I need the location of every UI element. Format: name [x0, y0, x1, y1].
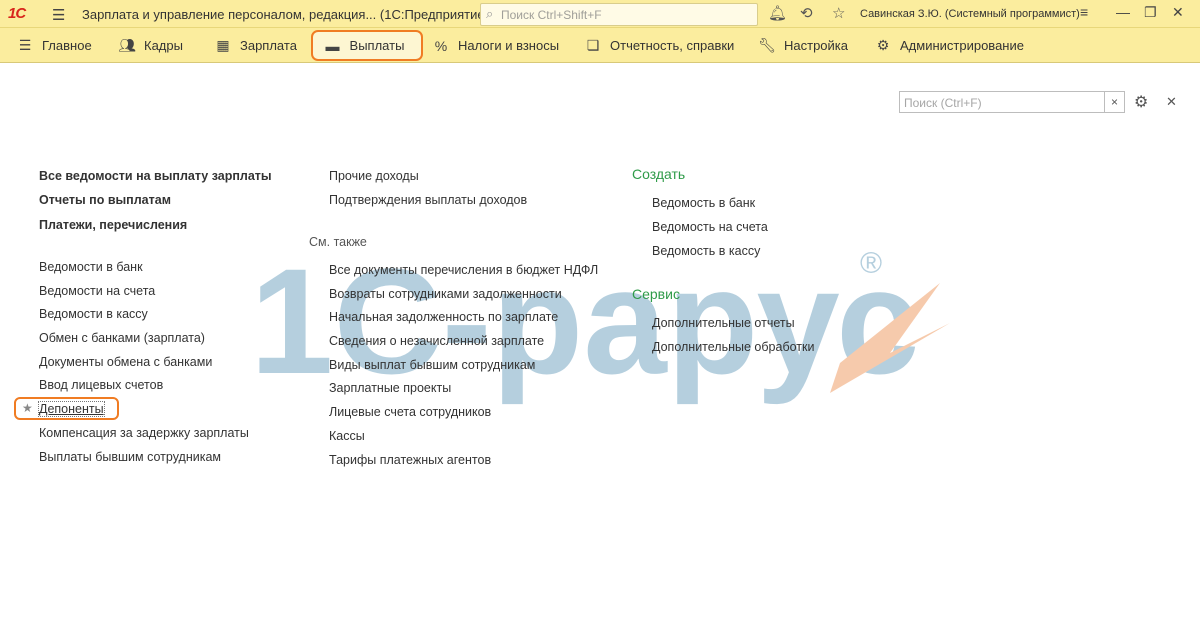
- watermark-swoosh: [830, 283, 950, 393]
- app-title: Зарплата и управление персоналом, редакц…: [82, 7, 489, 22]
- history-icon[interactable]: ⟲: [800, 4, 813, 22]
- section-main[interactable]: ☰ Главное: [14, 28, 92, 63]
- people-icon: 👥︎: [118, 37, 136, 53]
- section-payments[interactable]: ▬ Выплаты: [311, 30, 423, 61]
- link-agent-tariffs[interactable]: Тарифы платежных агентов: [329, 453, 491, 467]
- link-former-employee-payments[interactable]: Выплаты бывшим сотрудникам: [39, 450, 221, 464]
- wrench-icon: 🔧︎: [758, 37, 776, 53]
- current-user[interactable]: Савинская З.Ю. (Системный программист): [860, 8, 1080, 20]
- section-admin[interactable]: ⚙ Администрирование: [872, 28, 1024, 63]
- gear-icon: ⚙: [876, 37, 890, 53]
- link-bank-exchange[interactable]: Обмен с банками (зарплата): [39, 331, 205, 345]
- link-additional-processing[interactable]: Дополнительные обработки: [652, 340, 814, 354]
- form-search-input[interactable]: Поиск (Ctrl+F) ×: [899, 91, 1125, 113]
- close-window-icon[interactable]: ✕: [1172, 4, 1184, 21]
- link-payment-reports[interactable]: Отчеты по выплатам: [39, 193, 171, 207]
- app-logo: 1С: [8, 5, 26, 22]
- section-taxes-label: Налоги и взносы: [458, 38, 560, 53]
- link-create-bank-statement[interactable]: Ведомость в банк: [652, 196, 755, 210]
- title-bar: 1С ☰ Зарплата и управление персоналом, р…: [0, 0, 1200, 28]
- form-settings-gear-icon[interactable]: ⚙: [1134, 92, 1148, 112]
- search-icon: ⌕: [486, 6, 494, 21]
- favorite-star-icon[interactable]: ★: [22, 401, 33, 415]
- section-settings-label: Настройка: [784, 38, 848, 53]
- link-debt-returns[interactable]: Возвраты сотрудниками задолженности: [329, 287, 562, 301]
- link-delay-compensation[interactable]: Компенсация за задержку зарплаты: [39, 426, 249, 440]
- link-other-income[interactable]: Прочие доходы: [329, 169, 419, 183]
- section-taxes[interactable]: % Налоги и взносы: [430, 28, 559, 63]
- link-create-cash-statement[interactable]: Ведомость в кассу: [652, 244, 760, 258]
- section-salary[interactable]: ▦ Зарплата: [212, 28, 297, 63]
- section-main-label: Главное: [42, 38, 92, 53]
- link-bank-exchange-docs[interactable]: Документы обмена с банками: [39, 355, 212, 369]
- link-income-confirmations[interactable]: Подтверждения выплаты доходов: [329, 193, 527, 207]
- minimize-icon[interactable]: —: [1116, 4, 1130, 20]
- form-search-placeholder: Поиск (Ctrl+F): [904, 96, 982, 110]
- link-employee-accounts[interactable]: Лицевые счета сотрудников: [329, 405, 491, 419]
- link-deponents[interactable]: Депоненты: [38, 401, 105, 417]
- link-cash-desks[interactable]: Кассы: [329, 429, 365, 443]
- link-create-account-statement[interactable]: Ведомость на счета: [652, 220, 768, 234]
- link-personal-accounts-input[interactable]: Ввод лицевых счетов: [39, 378, 163, 392]
- see-also-header: См. также: [309, 235, 367, 249]
- percent-icon: %: [434, 37, 448, 54]
- restore-icon[interactable]: ❐: [1144, 4, 1157, 21]
- link-additional-reports[interactable]: Дополнительные отчеты: [652, 316, 795, 330]
- documents-icon: ❏: [586, 37, 600, 53]
- link-former-payment-types[interactable]: Виды выплат бывшим сотрудникам: [329, 358, 535, 372]
- clear-search-icon[interactable]: ×: [1104, 92, 1124, 112]
- section-salary-label: Зарплата: [240, 38, 297, 53]
- link-initial-debt[interactable]: Начальная задолженность по зарплате: [329, 310, 558, 324]
- link-payments-transfers[interactable]: Платежи, перечисления: [39, 218, 187, 232]
- service-header: Сервис: [632, 286, 680, 302]
- close-form-icon[interactable]: ✕: [1166, 94, 1177, 110]
- bell-icon[interactable]: 🔔︎: [768, 4, 787, 22]
- calculator-icon: ▦: [216, 37, 230, 53]
- watermark-registered: ®: [860, 247, 882, 280]
- section-admin-label: Администрирование: [900, 38, 1024, 53]
- link-deponents-label: Депоненты: [38, 401, 105, 417]
- main-menu-icon[interactable]: ☰: [52, 6, 65, 24]
- link-uncredited-salary[interactable]: Сведения о незачисленной зарплате: [329, 334, 544, 348]
- section-reports[interactable]: ❏ Отчетность, справки: [582, 28, 735, 63]
- link-account-statements[interactable]: Ведомости на счета: [39, 284, 155, 298]
- hamburger-icon: ☰: [18, 37, 32, 53]
- link-all-payrolls[interactable]: Все ведомости на выплату зарплаты: [39, 169, 272, 183]
- section-staff[interactable]: 👥︎ Кадры: [116, 28, 183, 63]
- section-staff-label: Кадры: [144, 38, 183, 53]
- section-content: 1С-рарус ® Поиск (Ctrl+F) × ⚙ ✕ Все ведо…: [0, 63, 1200, 634]
- wallet-icon: ▬: [325, 37, 340, 54]
- link-salary-projects[interactable]: Зарплатные проекты: [329, 381, 451, 395]
- section-reports-label: Отчетность, справки: [610, 38, 735, 53]
- sections-panel: ☰ Главное 👥︎ Кадры ▦ Зарплата ▬ Выплаты …: [0, 28, 1200, 63]
- link-bank-statements[interactable]: Ведомости в банк: [39, 260, 143, 274]
- section-settings[interactable]: 🔧︎ Настройка: [756, 28, 848, 63]
- link-cash-statements[interactable]: Ведомости в кассу: [39, 307, 148, 321]
- section-payments-label: Выплаты: [349, 38, 405, 53]
- settings-lines-icon[interactable]: ≡: [1080, 4, 1088, 20]
- link-ndfl-transfer-docs[interactable]: Все документы перечисления в бюджет НДФЛ: [329, 263, 598, 277]
- create-header: Создать: [632, 166, 686, 182]
- global-search-placeholder: Поиск Ctrl+Shift+F: [501, 8, 602, 22]
- favorites-star-icon[interactable]: ☆: [832, 4, 845, 22]
- global-search-input[interactable]: ⌕ Поиск Ctrl+Shift+F: [480, 3, 758, 26]
